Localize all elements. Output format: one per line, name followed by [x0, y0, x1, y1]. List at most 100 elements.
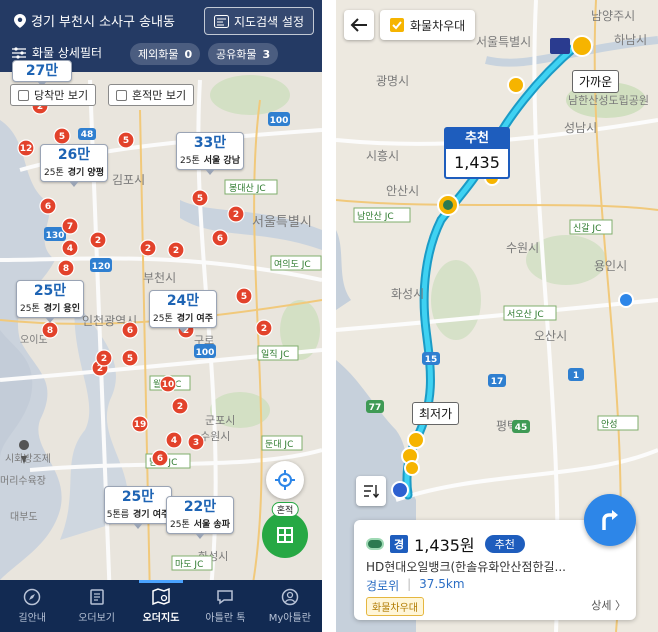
back-button[interactable]	[344, 10, 374, 40]
jc-label: 안성	[601, 419, 618, 430]
map-label: 머리수육장	[0, 475, 46, 487]
price-bubble[interactable]: 33만 25톤 서울 강남	[176, 132, 244, 175]
truck-preference-tag: 화물차우대	[366, 597, 424, 616]
jc-label: 일직 JC	[261, 349, 289, 360]
jc-label: 둔대 JC	[265, 439, 293, 450]
order-marker-count: 6	[157, 454, 163, 464]
order-marker-count: 5	[127, 354, 133, 364]
map-label: 수원시	[506, 241, 539, 255]
current-location[interactable]: 경기 부천시 소사구 송내동	[14, 11, 175, 30]
map-label: 남양주시	[591, 9, 635, 23]
map-settings-icon	[213, 14, 229, 28]
map-label: 시흥시	[366, 149, 399, 163]
map-label: 수원시	[200, 430, 230, 443]
order-marker-count: 5	[241, 292, 247, 302]
mixed-cargo-button[interactable]: 혼적	[262, 502, 308, 558]
box-stack-icon	[277, 527, 293, 543]
map-search-settings-button[interactable]: 지도검색 설정	[203, 7, 314, 35]
order-marker-count: 5	[59, 132, 65, 142]
jc-label: 봉대산 JC	[229, 183, 266, 194]
map-label: 서울특별시	[252, 215, 312, 230]
jc-label: 서오산 JC	[507, 309, 544, 320]
route-shield: 45	[515, 423, 528, 433]
order-marker-count: 19	[134, 420, 147, 430]
order-marker-count: 5	[123, 136, 129, 146]
nav-directions[interactable]: 길안내	[0, 580, 64, 632]
order-marker-count: 4	[171, 436, 177, 446]
nearest-label[interactable]: 가까운	[572, 70, 620, 93]
compass-icon	[23, 588, 41, 606]
fuel-grade-badge: 경	[390, 535, 409, 553]
map-search-icon	[152, 588, 170, 606]
map-label: 김포시	[112, 173, 145, 187]
excluded-cargo-chip[interactable]: 제외화물 0	[130, 43, 201, 65]
recommended-station-callout[interactable]: 추천 1,435	[444, 127, 510, 179]
route-shield: 17	[491, 377, 504, 387]
cargo-detail-filter-button[interactable]: 화물 상세필터	[12, 44, 102, 61]
price-bubble[interactable]: 26만 25톤 경기 양평	[40, 144, 108, 187]
price-bubble[interactable]: 25만 5톤름 경기 여주	[104, 486, 172, 529]
map-label: 화성시	[391, 287, 424, 301]
arrival-only-checkbox[interactable]: 당착만 보기	[10, 84, 97, 106]
route-shield: 15	[425, 355, 438, 365]
map-label: 성남시	[564, 121, 597, 135]
highway-shield: 100	[196, 348, 215, 358]
bottom-navigation: 길안내 오더보기 오더지도 아틀란 톡 My아틀란	[0, 580, 322, 632]
filter-icon	[12, 46, 26, 59]
nav-order-view[interactable]: 오더보기	[64, 580, 128, 632]
order-marker-count: 3	[193, 438, 199, 448]
route-type: 경로위	[366, 579, 400, 593]
order-marker-count: 2	[95, 236, 101, 246]
order-marker-count: 12	[20, 144, 33, 154]
map-label: 대부도	[10, 511, 38, 523]
station-price: 1,435원	[414, 536, 475, 555]
order-marker-count: 6	[127, 326, 133, 336]
price-bubble[interactable]: 25만 25톤 경기 용인	[16, 280, 84, 323]
truck-preference-toggle[interactable]: 화물차우대	[380, 10, 476, 40]
price-bubble[interactable]: 24만 25톤 경기 여주	[149, 290, 217, 333]
map-label: 부천시	[143, 270, 176, 285]
order-marker-count: 2	[173, 246, 179, 256]
jc-label: 여의도 JC	[274, 258, 311, 270]
map-label: 하남시	[614, 33, 647, 47]
map-label: 오산시	[534, 329, 567, 343]
mixed-only-checkbox[interactable]: 혼적만 보기	[108, 84, 195, 106]
order-marker-count: 2	[261, 324, 267, 334]
start-navigation-button[interactable]	[584, 494, 636, 546]
highway-shield: 130	[46, 231, 65, 241]
arrow-left-icon	[350, 18, 367, 32]
user-icon	[281, 588, 299, 606]
station-distance: 37.5km	[419, 577, 465, 591]
order-marker-count: 2	[101, 354, 107, 364]
order-marker-count: 6	[45, 202, 51, 212]
route-shield: 1	[573, 371, 579, 381]
shared-cargo-chip[interactable]: 공유화물 3	[208, 43, 279, 65]
order-marker-count: 2	[145, 244, 151, 254]
nav-atlan-talk[interactable]: 아틀란 톡	[193, 580, 257, 632]
map-label: 남한산성도립공원	[568, 94, 649, 107]
my-location-button[interactable]	[266, 461, 304, 499]
list-view-button[interactable]	[356, 476, 386, 506]
highway-shield: 120	[92, 262, 111, 272]
nav-my-atlan[interactable]: My아틀란	[258, 580, 322, 632]
price-bubble[interactable]: 22만 25톤 서울 송파	[166, 496, 234, 539]
jc-label: 남안산 JC	[357, 211, 394, 222]
checkbox-icon	[18, 89, 29, 101]
map-label: 광명시	[376, 74, 409, 88]
sort-list-icon	[364, 485, 379, 499]
order-marker-count: 2	[233, 210, 239, 220]
order-marker-count: 8	[63, 264, 69, 274]
route-shield: 77	[369, 403, 382, 413]
highway-shield: 48	[81, 130, 94, 140]
fuel-route-screen: 남양주시 서울특별시 하남시 광명시 남한산성도립공원 성남시 시흥시 안산시 …	[336, 0, 658, 632]
map-label: 오이도	[20, 334, 48, 346]
detail-link[interactable]: 상세 〉	[591, 597, 626, 613]
order-marker-count: 6	[217, 234, 223, 244]
cheapest-label[interactable]: 최저가	[412, 402, 460, 425]
document-icon	[89, 589, 104, 605]
nav-order-map[interactable]: 오더지도	[129, 580, 193, 632]
price-bubble[interactable]: 27만	[12, 60, 72, 87]
chat-icon	[217, 590, 234, 605]
jc-label: 마도 JC	[175, 559, 203, 570]
recommend-badge: 추천	[484, 535, 525, 553]
